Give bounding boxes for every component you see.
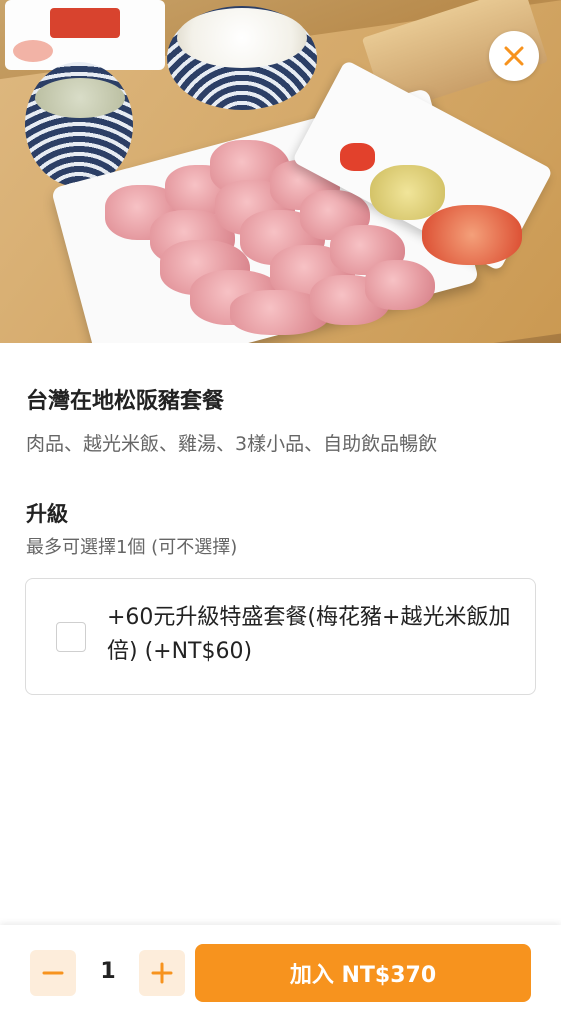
decrease-quantity-button[interactable] [30,950,76,996]
quantity-value: 1 [100,959,116,984]
order-bar: 1 加入 NT$370 [0,925,561,1024]
item-title: 台灣在地松阪豬套餐 [26,389,225,414]
upgrade-option-checkbox[interactable] [56,622,86,652]
item-description: 肉品、越光米飯、雞湯、3樣小品、自助飲品暢飲 [26,433,438,455]
product-image [0,0,561,343]
kimchi [422,205,522,265]
upgrade-option-label: +60元升級特盛套餐(梅花豬+越光米飯加倍) (+NT$60) [107,605,511,664]
plus-icon [151,962,173,984]
option-group-title: 升級 [26,502,68,526]
close-icon [504,46,524,66]
pickled-radish [340,143,375,171]
upgrade-option[interactable]: +60元升級特盛套餐(梅花豬+越光米飯加倍) (+NT$60) [25,578,536,695]
soup [35,78,125,118]
close-button[interactable] [489,31,539,81]
meat-slice [365,260,435,310]
minus-icon [42,971,64,975]
rice [177,8,307,68]
sauce-dish [5,0,165,70]
option-group-subtitle: 最多可選擇1個 (可不選擇) [26,537,238,558]
bean-sprouts [370,165,445,220]
add-to-cart-button[interactable]: 加入 NT$370 [195,944,531,1002]
increase-quantity-button[interactable] [139,950,185,996]
